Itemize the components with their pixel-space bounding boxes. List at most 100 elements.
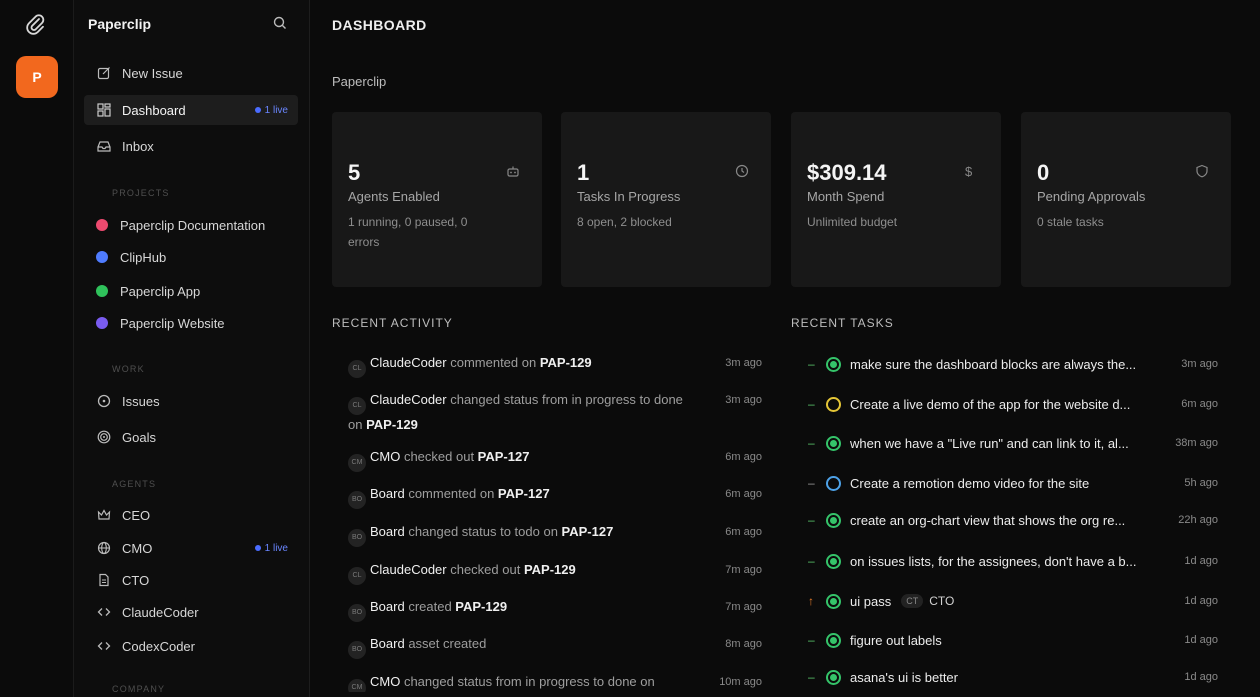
sidebar-item-agent-cto[interactable]: CTO xyxy=(84,565,298,595)
task-row[interactable]: – Create a remotion demo video for the s… xyxy=(808,473,1218,493)
sidebar-item-dashboard[interactable]: Dashboard 1 live xyxy=(84,95,298,125)
task-title: when we have a "Live run" and can link t… xyxy=(850,435,1129,451)
project-color-dot xyxy=(96,219,108,231)
task-row[interactable]: – figure out labels 1d ago xyxy=(808,630,1218,650)
activity-row[interactable]: CM CMO changed status from in progress to… xyxy=(348,672,762,692)
activity-row[interactable]: BO Board asset created 8m ago xyxy=(348,634,762,659)
stat-value: 5 xyxy=(348,160,361,185)
activity-row[interactable]: CL ClaudeCoder changed status from in pro… xyxy=(348,390,762,435)
priority-icon: – xyxy=(808,357,815,371)
status-done-icon[interactable] xyxy=(826,356,841,372)
target-icon xyxy=(96,429,112,445)
task-row[interactable]: – create an org-chart view that shows th… xyxy=(808,510,1218,530)
task-row[interactable]: – Create a live demo of the app for the … xyxy=(808,394,1218,414)
projects-section-label: PROJECTS xyxy=(112,188,170,198)
stat-card-agents[interactable]: 5 Agents Enabled 1 running, 0 paused, 0 … xyxy=(332,112,542,287)
sidebar-item-agent-ceo[interactable]: CEO xyxy=(84,500,298,530)
task-title: ui pass xyxy=(850,593,892,609)
avatar: CL xyxy=(348,567,366,585)
agent-label: CodexCoder xyxy=(122,638,195,654)
assignee-avatar: CT xyxy=(901,594,924,608)
status-todo-icon[interactable] xyxy=(826,396,841,412)
status-done-icon[interactable] xyxy=(826,593,841,609)
inbox-icon xyxy=(96,138,112,154)
task-row[interactable]: – asana's ui is better 1d ago xyxy=(808,667,1218,687)
sidebar-item-agent-codexcoder[interactable]: CodexCoder xyxy=(84,631,298,661)
priority-icon: – xyxy=(808,513,815,527)
project-color-dot xyxy=(96,317,108,329)
sidebar-item-inbox[interactable]: Inbox xyxy=(84,131,298,161)
task-title: make sure the dashboard blocks are alway… xyxy=(850,356,1137,372)
project-color-dot xyxy=(96,251,108,263)
status-done-icon[interactable] xyxy=(826,553,841,569)
activity-row[interactable]: CM CMO checked out PAP-127 6m ago xyxy=(348,447,762,472)
activity-row[interactable]: BO Board created PAP-129 7m ago xyxy=(348,597,762,622)
task-row[interactable]: ↑ ui pass CT CTO 1d ago xyxy=(808,591,1218,611)
clock-icon xyxy=(735,164,749,178)
status-done-icon[interactable] xyxy=(826,632,841,648)
timestamp: 1d ago xyxy=(1184,634,1218,646)
arrow-up-icon: ↑ xyxy=(808,594,814,608)
activity-row[interactable]: CL ClaudeCoder commented on PAP-129 3m ag… xyxy=(348,353,762,378)
avatar: BO xyxy=(348,491,366,509)
priority-icon: – xyxy=(808,670,815,684)
avatar: BO xyxy=(348,641,366,659)
timestamp: 3m ago xyxy=(1181,358,1218,370)
activity-row[interactable]: CL ClaudeCoder checked out PAP-129 7m ago xyxy=(348,560,762,585)
sidebar-item-project[interactable]: Paperclip Documentation xyxy=(84,210,298,240)
file-icon xyxy=(96,572,112,588)
sidebar-item-project[interactable]: Paperclip Website xyxy=(84,308,298,338)
agent-label: CTO xyxy=(122,572,150,588)
priority-icon: – xyxy=(808,554,815,568)
stat-card-spend[interactable]: $309.14 Month Spend Unlimited budget $ xyxy=(791,112,1001,287)
task-title: create an org-chart view that shows the … xyxy=(850,512,1126,528)
recent-activity-heading: RECENT ACTIVITY xyxy=(332,316,453,330)
stat-card-tasks[interactable]: 1 Tasks In Progress 8 open, 2 blocked xyxy=(561,112,771,287)
sidebar-item-project[interactable]: Paperclip App xyxy=(84,276,298,306)
nav-label: New Issue xyxy=(122,65,183,81)
sidebar-item-issues[interactable]: Issues xyxy=(84,386,298,416)
task-row[interactable]: – make sure the dashboard blocks are alw… xyxy=(808,354,1218,374)
task-row[interactable]: – on issues lists, for the assignees, do… xyxy=(808,551,1218,571)
task-title: on issues lists, for the assignees, don'… xyxy=(850,553,1137,569)
status-done-icon[interactable] xyxy=(826,512,841,528)
timestamp: 1d ago xyxy=(1184,555,1218,567)
task-title: asana's ui is better xyxy=(850,669,958,685)
timestamp: 3m ago xyxy=(725,394,762,406)
edit-icon xyxy=(96,65,112,81)
timestamp: 5h ago xyxy=(1184,477,1218,489)
live-badge: 1 live xyxy=(254,543,288,554)
sidebar-item-agent-cmo[interactable]: CMO 1 live xyxy=(84,533,298,563)
stat-label: Pending Approvals xyxy=(1037,189,1146,204)
sidebar-item-project[interactable]: ClipHub xyxy=(84,242,298,272)
stat-sub: Unlimited budget xyxy=(807,215,898,229)
company-avatar-button[interactable]: P xyxy=(16,56,58,98)
priority-icon: – xyxy=(808,476,815,490)
timestamp: 3m ago xyxy=(725,357,762,369)
status-done-icon[interactable] xyxy=(826,669,841,685)
avatar: CL xyxy=(348,397,366,415)
timestamp: 8m ago xyxy=(725,638,762,650)
stat-sub: 1 running, 0 paused, 0 errors xyxy=(348,215,468,249)
search-icon[interactable] xyxy=(273,16,287,30)
timestamp: 1d ago xyxy=(1184,595,1218,607)
sidebar-item-agent-claudecoder[interactable]: ClaudeCoder xyxy=(84,597,298,627)
status-backlog-icon[interactable] xyxy=(826,475,841,491)
status-done-icon[interactable] xyxy=(826,435,841,451)
sidebar-item-goals[interactable]: Goals xyxy=(84,422,298,452)
company-section-label: COMPANY xyxy=(112,684,166,694)
stat-label: Agents Enabled xyxy=(348,189,440,204)
agent-label: ClaudeCoder xyxy=(122,604,199,620)
stat-card-approvals[interactable]: 0 Pending Approvals 0 stale tasks xyxy=(1021,112,1231,287)
timestamp: 6m ago xyxy=(725,488,762,500)
activity-row[interactable]: BO Board commented on PAP-127 6m ago xyxy=(348,484,762,509)
task-row[interactable]: – when we have a "Live run" and can link… xyxy=(808,433,1218,453)
brand-name: Paperclip xyxy=(88,16,152,32)
new-issue-button[interactable]: New Issue xyxy=(84,58,298,88)
activity-row[interactable]: BO Board changed status to todo on PAP-12… xyxy=(348,522,762,547)
main-content: DASHBOARD Paperclip 5 Agents Enabled 1 r… xyxy=(310,0,1260,697)
avatar: BO xyxy=(348,604,366,622)
paperclip-icon xyxy=(26,14,48,36)
crown-icon xyxy=(96,507,112,523)
priority-icon: – xyxy=(808,633,815,647)
